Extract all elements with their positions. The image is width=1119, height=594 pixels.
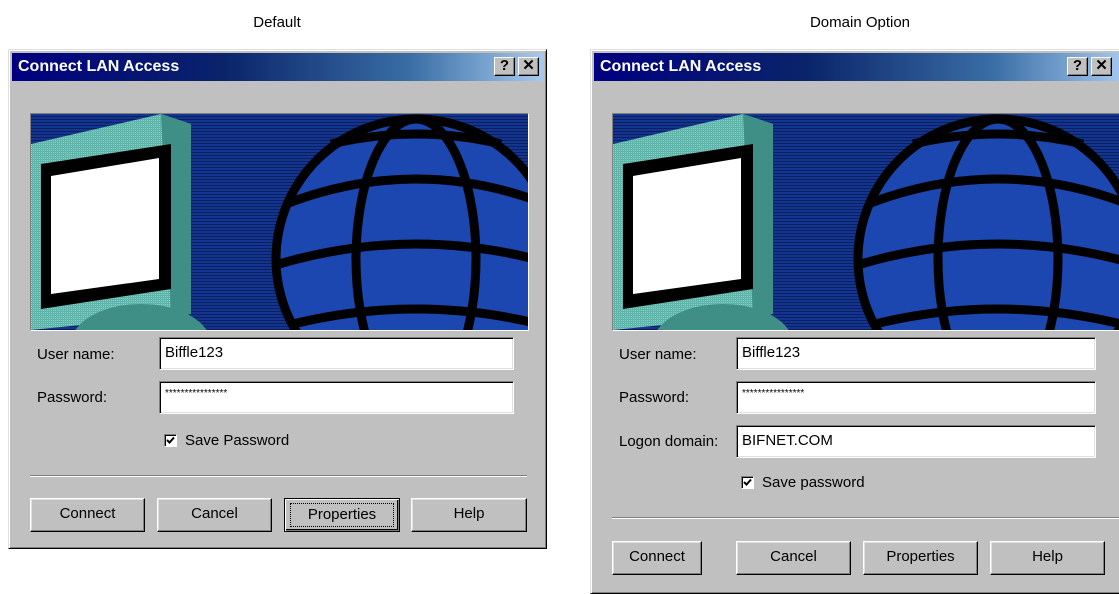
password-label: Password: (37, 389, 108, 406)
properties-button-label: Properties (290, 503, 394, 527)
logon-domain-input[interactable]: BIFNET.COM (736, 425, 1096, 458)
username-input[interactable]: Biffle123 (736, 337, 1096, 370)
title-bar[interactable]: Connect LAN Access ? ✕ (12, 53, 543, 81)
save-password-label: Save password (762, 474, 865, 491)
separator (30, 475, 527, 477)
connection-banner-image (612, 113, 1119, 331)
checkmark-icon (166, 436, 175, 444)
network-globe-illustration (613, 114, 1119, 330)
help-icon[interactable]: ? (494, 57, 515, 76)
dialog-domain-option: Connect LAN Access ? ✕ User name: Biffle… (590, 49, 1119, 594)
window-title: Connect LAN Access (18, 58, 180, 75)
connection-banner-image (30, 113, 529, 331)
checkmark-icon (743, 478, 752, 486)
properties-button[interactable]: Properties (284, 498, 400, 532)
properties-button[interactable]: Properties (863, 541, 978, 575)
window-title: Connect LAN Access (600, 58, 762, 75)
save-password-checkbox[interactable] (741, 476, 754, 489)
password-input[interactable]: **************** (736, 381, 1096, 414)
cancel-button[interactable]: Cancel (157, 498, 272, 532)
username-label: User name: (619, 346, 697, 363)
help-button[interactable]: Help (990, 541, 1105, 575)
password-input[interactable]: **************** (159, 381, 514, 414)
caption-domain-option: Domain Option (809, 14, 911, 31)
network-globe-illustration (31, 114, 528, 330)
save-password-checkbox[interactable] (164, 434, 177, 447)
save-password-checkbox-row[interactable]: Save password (741, 474, 865, 491)
help-icon[interactable]: ? (1067, 57, 1088, 76)
username-input[interactable]: Biffle123 (159, 337, 514, 370)
password-label: Password: (619, 389, 690, 406)
close-icon[interactable]: ✕ (1091, 57, 1112, 76)
connect-button[interactable]: Connect (30, 498, 145, 532)
logon-domain-label: Logon domain: (619, 433, 719, 450)
help-button[interactable]: Help (411, 498, 527, 532)
connect-button[interactable]: Connect (612, 541, 702, 575)
close-icon[interactable]: ✕ (518, 57, 539, 76)
save-password-label: Save Password (185, 432, 290, 449)
caption-default: Default (253, 14, 301, 31)
cancel-button[interactable]: Cancel (736, 541, 851, 575)
dialog-default: Connect LAN Access ? ✕ User name: Biffle… (8, 49, 547, 549)
username-label: User name: (37, 346, 115, 363)
separator (612, 517, 1119, 519)
title-bar[interactable]: Connect LAN Access ? ✕ (594, 53, 1119, 81)
save-password-checkbox-row[interactable]: Save Password (164, 432, 289, 449)
